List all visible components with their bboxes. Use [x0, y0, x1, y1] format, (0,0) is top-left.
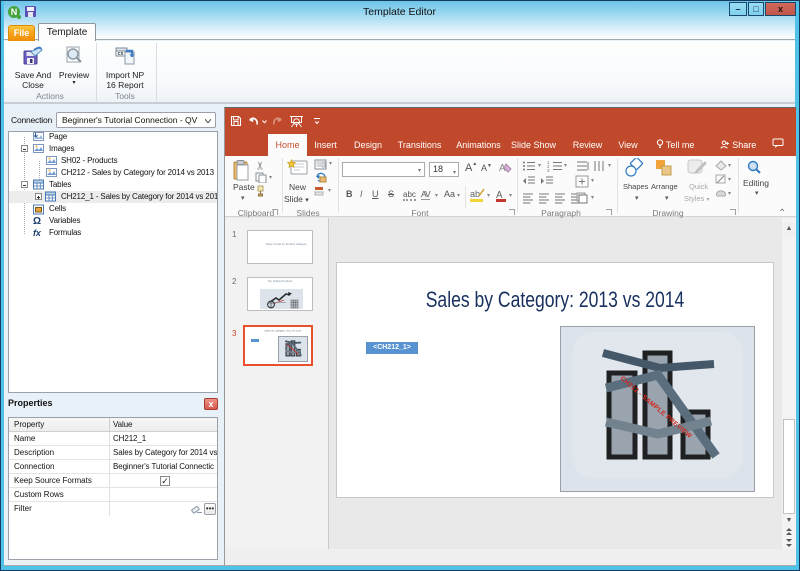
svg-text:ab: ab	[470, 189, 480, 199]
svg-text:3: 3	[547, 168, 550, 172]
svg-text:cx: cx	[118, 51, 125, 57]
